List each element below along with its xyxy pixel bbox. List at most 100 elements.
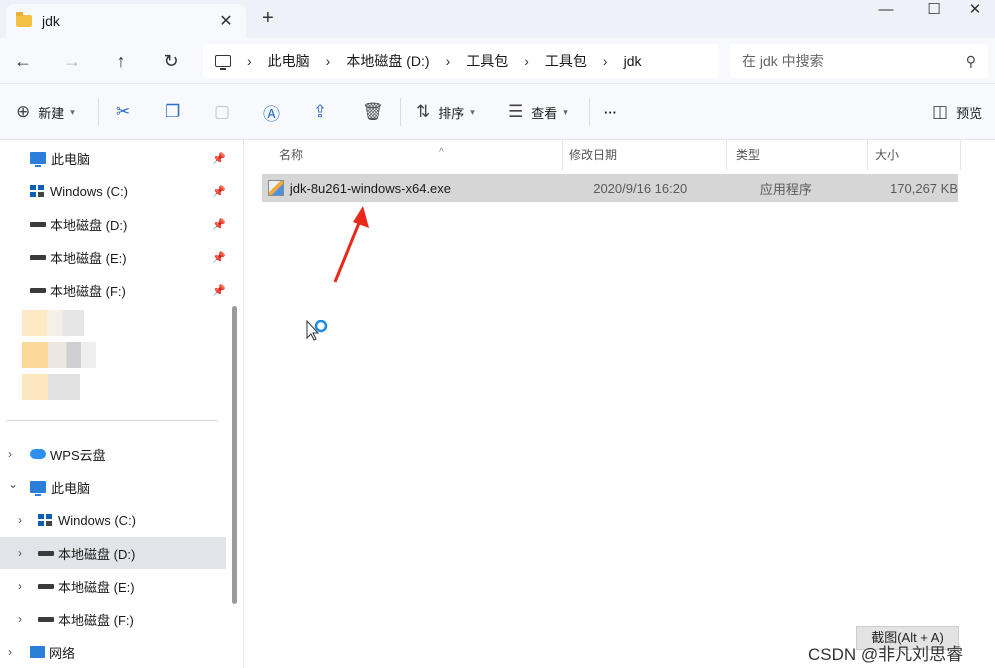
blurred-item[interactable]	[22, 342, 96, 368]
rename-button[interactable]: Ⓐ	[263, 101, 288, 124]
trash-icon: 🗑	[362, 102, 384, 121]
sidebar-item-drive-f[interactable]: 本地磁盘 (F:) 📌	[0, 274, 226, 306]
file-size: 170,267 KB	[890, 180, 958, 196]
monitor-icon	[30, 481, 46, 496]
more-options-button[interactable]: ···	[604, 101, 617, 123]
sidebar-item-network[interactable]: › 网络	[0, 636, 226, 668]
back-button[interactable]: ←	[8, 48, 38, 74]
delete-button[interactable]: 🗑	[362, 101, 392, 123]
sort-button[interactable]: ⇅ 排序 ▾	[416, 101, 475, 123]
sidebar-item-label: 本地磁盘 (D:)	[58, 546, 136, 562]
pin-icon: 📌	[212, 251, 226, 264]
chevron-down-icon[interactable]: ⌄	[8, 477, 18, 491]
sidebar-item-windows-c[interactable]: Windows (C:) 📌	[0, 175, 226, 207]
sidebar-item-wps-cloud[interactable]: › WPS云盘	[0, 438, 226, 470]
breadcrumb-this-pc[interactable]: 此电脑	[268, 51, 310, 71]
close-window-button[interactable]: ✕	[955, 0, 995, 24]
breadcrumb-jdk[interactable]: jdk	[624, 53, 642, 69]
arrow-shaft	[333, 217, 363, 283]
sidebar-item-this-pc[interactable]: 此电脑 📌	[0, 142, 226, 174]
breadcrumb-tools-1[interactable]: 工具包	[466, 51, 508, 71]
copy-button[interactable]: ❐	[165, 101, 188, 123]
up-button[interactable]: ↑	[106, 48, 136, 74]
forward-button[interactable]: →	[57, 48, 87, 74]
windows-drive-icon	[30, 185, 44, 197]
chevron-right-icon[interactable]: ›	[8, 447, 12, 461]
column-header-type[interactable]: 类型	[726, 140, 868, 170]
new-button[interactable]: ⊕ 新建 ▾	[16, 101, 75, 123]
pin-icon: 📌	[212, 284, 226, 297]
sort-icon: ⇅	[416, 102, 431, 121]
drive-icon	[38, 550, 54, 556]
file-row[interactable]: jdk-8u261-windows-x64.exe 2020/9/16 16:2…	[262, 174, 958, 202]
preview-pane-icon: ◫	[932, 102, 949, 121]
sidebar-item-label: 本地磁盘 (E:)	[58, 579, 135, 595]
sidebar-item-drive-e-tree[interactable]: › 本地磁盘 (E:)	[0, 570, 226, 602]
preview-label: 预览	[956, 105, 983, 121]
sidebar-item-drive-e[interactable]: 本地磁盘 (E:) 📌	[0, 241, 226, 273]
chevron-right-icon: ›	[325, 53, 331, 69]
drive-icon	[30, 287, 46, 293]
chevron-right-icon[interactable]: ›	[18, 612, 22, 626]
cut-button[interactable]: ✂	[116, 101, 138, 123]
tab-close-icon[interactable]: ✕	[216, 11, 236, 31]
paste-button[interactable]: ▢	[214, 101, 238, 123]
arrow-head	[353, 206, 369, 228]
drive-icon	[38, 583, 54, 589]
pin-icon: 📌	[212, 152, 226, 165]
chevron-right-icon: ›	[247, 53, 252, 69]
column-header-label: 修改日期	[569, 148, 618, 162]
sidebar-item-label: 此电脑	[51, 151, 91, 167]
column-header-name[interactable]: 名称 ^	[269, 140, 563, 170]
breadcrumb-drive-d[interactable]: 本地磁盘 (D:)	[346, 51, 429, 71]
search-input[interactable]: 在 jdk 中搜索	[742, 51, 824, 71]
preview-button[interactable]: ◫ 预览	[932, 101, 982, 123]
blurred-item[interactable]	[22, 374, 80, 400]
chevron-down-icon: ▾	[470, 106, 475, 117]
chevron-right-icon[interactable]: ›	[18, 579, 22, 593]
sidebar-item-windows-c-tree[interactable]: › Windows (C:)	[0, 504, 226, 536]
windows-drive-icon	[38, 514, 52, 526]
sidebar-item-drive-d[interactable]: 本地磁盘 (D:) 📌	[0, 208, 226, 240]
drive-icon	[38, 616, 54, 622]
clipboard-icon: ▢	[214, 102, 231, 121]
sidebar-item-drive-d-tree[interactable]: › 本地磁盘 (D:)	[0, 537, 226, 569]
chevron-right-icon[interactable]: ›	[18, 546, 22, 560]
share-button[interactable]: ⇪	[313, 101, 335, 123]
refresh-button[interactable]: ↻	[156, 48, 186, 74]
cloud-icon	[30, 449, 46, 459]
file-type: 应用程序	[759, 181, 812, 197]
navigation-pane: 此电脑 📌 Windows (C:) 📌 本地磁盘 (D:) 📌 本地磁盘 (E…	[0, 140, 244, 668]
drive-icon	[30, 221, 46, 227]
minimize-button[interactable]: —	[866, 0, 906, 24]
maximize-button[interactable]: ☐	[914, 0, 954, 24]
sidebar-item-this-pc-tree[interactable]: ⌄ 此电脑	[0, 471, 226, 503]
sidebar-item-label: 此电脑	[51, 480, 91, 496]
network-icon	[30, 646, 45, 658]
search-box[interactable]: 在 jdk 中搜索 ⚲	[730, 44, 988, 78]
view-button[interactable]: ☰ 查看 ▾	[508, 101, 568, 123]
red-arrow-annotation	[333, 206, 369, 283]
search-icon[interactable]: ⚲	[966, 53, 976, 70]
chevron-right-icon: ›	[445, 53, 451, 69]
blurred-item[interactable]	[22, 310, 84, 336]
tab-title: jdk	[42, 13, 60, 29]
column-header-size[interactable]: 大小	[865, 140, 961, 170]
sort-label: 排序	[438, 105, 465, 121]
sidebar-item-label: Windows (C:)	[58, 512, 137, 528]
column-header-date[interactable]: 修改日期	[559, 140, 727, 170]
sort-ascending-icon: ^	[439, 147, 444, 158]
sidebar-scrollbar[interactable]	[232, 306, 237, 604]
toolbar-divider	[400, 98, 401, 126]
sidebar-item-drive-f-tree[interactable]: › 本地磁盘 (F:)	[0, 603, 226, 635]
installer-icon	[268, 180, 284, 196]
address-bar[interactable]: › 此电脑 › 本地磁盘 (D:) › 工具包 › 工具包 › jdk	[203, 44, 719, 78]
chevron-right-icon[interactable]: ›	[18, 513, 22, 527]
chevron-right-icon[interactable]: ›	[8, 645, 12, 659]
breadcrumb-tools-2[interactable]: 工具包	[545, 51, 587, 71]
tab-jdk[interactable]: jdk ✕	[6, 4, 246, 38]
pin-icon: 📌	[212, 185, 226, 198]
monitor-icon	[30, 152, 46, 167]
new-tab-button[interactable]: +	[262, 7, 274, 30]
file-name: jdk-8u261-windows-x64.exe	[289, 180, 452, 196]
